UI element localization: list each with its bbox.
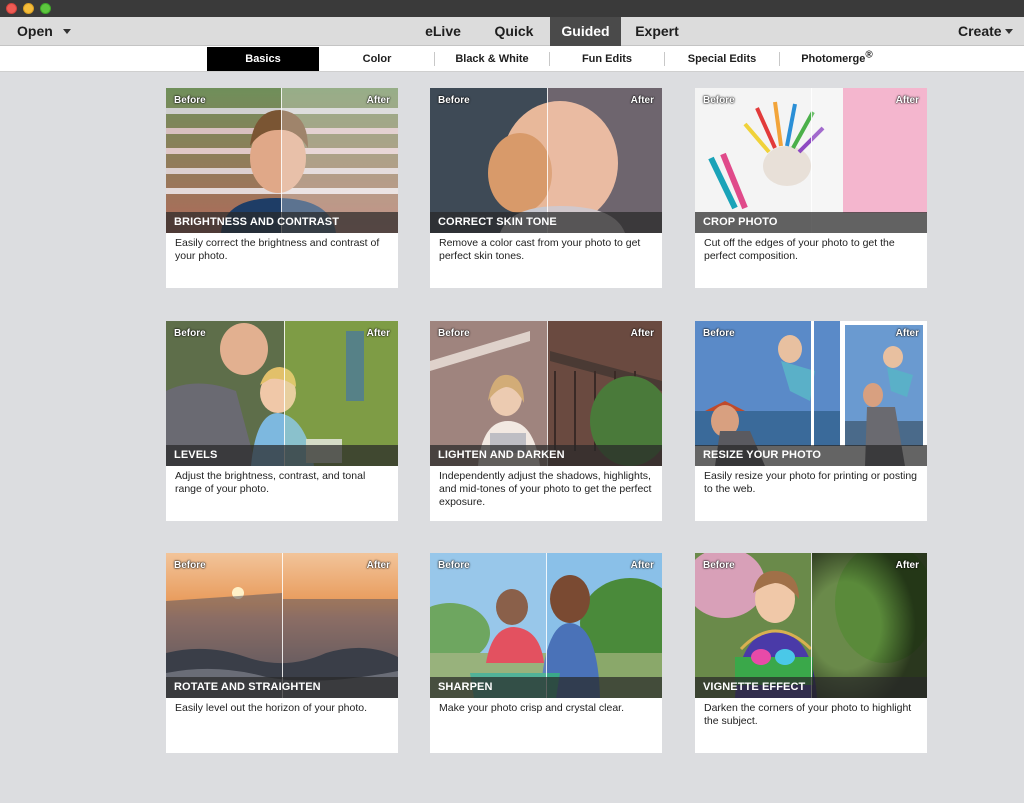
before-label: Before [438,328,470,339]
sunset-ocean-photo-icon: Before After ROTATE AND STRAIGHTEN [166,553,398,698]
before-label: Before [703,95,735,106]
card-description: Easily resize your photo for printing or… [704,470,918,495]
after-label: After [630,328,654,339]
mother-child-fountain-photo-icon: Before After SHARPEN [430,553,662,698]
after-label: After [630,560,654,571]
father-lifting-child-photo-icon: Before After RESIZE YOUR PHOTO [695,321,927,466]
colored-pencils-photo-icon: Before After CROP PHOTO [695,88,927,233]
subtab-divider [434,52,435,66]
subtab-basics[interactable]: Basics [207,47,319,71]
subtab-divider [779,52,780,66]
minimize-window-icon[interactable] [23,3,34,14]
guided-card-correct-skin-tone[interactable]: Before After CORRECT SKIN TONE Remove a … [430,88,662,288]
before-label: Before [703,328,735,339]
tab-guided[interactable]: Guided [550,17,621,46]
after-label: After [630,95,654,106]
subtab-fun-edits[interactable]: Fun Edits [551,47,663,71]
card-description: Easily correct the brightness and contra… [175,237,380,262]
before-label: Before [438,560,470,571]
guided-card-crop-photo[interactable]: Before After CROP PHOTO Cut off the edge… [695,88,927,288]
card-title: ROTATE AND STRAIGHTEN [166,677,398,698]
father-child-photo-icon: Before After LEVELS [166,321,398,466]
guided-card-levels[interactable]: Before After LEVELS Adjust the brightnes… [166,321,398,521]
tab-elive[interactable]: eLive [415,17,471,46]
close-window-icon[interactable] [6,3,17,14]
guided-card-resize-photo[interactable]: Before After RESIZE YOUR PHOTO Easily re… [695,321,927,521]
tab-expert[interactable]: Expert [627,17,687,46]
guided-card-sharpen[interactable]: Before After SHARPEN Make your photo cri… [430,553,662,753]
create-dropdown-caret-icon[interactable] [1005,29,1013,34]
card-title: CORRECT SKIN TONE [430,212,662,233]
subtab-photomerge[interactable]: Photomerge® [781,47,893,71]
after-label: After [366,560,390,571]
boy-portrait-photo-icon: Before After BRIGHTNESS AND CONTRAST [166,88,398,233]
before-label: Before [174,95,206,106]
card-title: SHARPEN [430,677,662,698]
card-description: Darken the corners of your photo to high… [704,702,912,727]
card-title: VIGNETTE EFFECT [695,677,927,698]
card-description: Cut off the edges of your photo to get t… [704,237,895,262]
tab-quick[interactable]: Quick [481,17,547,46]
before-label: Before [174,328,206,339]
card-description: Easily level out the horizon of your pho… [175,702,368,714]
after-label: After [366,95,390,106]
card-title: LIGHTEN AND DARKEN [430,445,662,466]
card-title: LEVELS [166,445,398,466]
zoom-window-icon[interactable] [40,3,51,14]
baby-portrait-photo-icon: Before After CORRECT SKIN TONE [430,88,662,233]
after-label: After [895,95,919,106]
subtab-special-edits[interactable]: Special Edits [666,47,778,71]
before-label: Before [174,560,206,571]
create-button[interactable]: Create [958,17,1002,46]
guided-card-rotate-straighten[interactable]: Before After ROTATE AND STRAIGHTEN Easil… [166,553,398,753]
card-description: Make your photo crisp and crystal clear. [439,702,625,714]
window-titlebar [0,0,1024,17]
before-label: Before [438,95,470,106]
guided-category-tabs: Basics Color Black & White Fun Edits Spe… [0,46,1024,72]
after-label: After [366,328,390,339]
subtab-black-white[interactable]: Black & White [436,47,548,71]
subtab-divider [549,52,550,66]
card-description: Remove a color cast from your photo to g… [439,237,641,262]
subtab-photomerge-label: Photomerge [801,53,866,65]
guided-card-lighten-darken[interactable]: Before After LIGHTEN AND DARKEN Independ… [430,321,662,521]
card-title: CROP PHOTO [695,212,927,233]
subtab-divider [664,52,665,66]
card-description: Independently adjust the shadows, highli… [439,470,652,508]
mode-toolbar: Open eLive Quick Guided Expert Create [0,17,1024,46]
card-title: BRIGHTNESS AND CONTRAST [166,212,398,233]
guided-card-brightness-contrast[interactable]: Before After BRIGHTNESS AND CONTRAST Eas… [166,88,398,288]
woman-stairs-photo-icon: Before After LIGHTEN AND DARKEN [430,321,662,466]
card-description: Adjust the brightness, contrast, and ton… [175,470,366,495]
subtab-color[interactable]: Color [321,47,433,71]
after-label: After [895,328,919,339]
open-dropdown-caret-icon[interactable] [63,29,71,34]
girl-easter-basket-photo-icon: Before After VIGNETTE EFFECT [695,553,927,698]
guided-card-vignette-effect[interactable]: Before After VIGNETTE EFFECT Darken the … [695,553,927,753]
open-button[interactable]: Open [17,17,53,46]
card-title: RESIZE YOUR PHOTO [695,445,927,466]
before-label: Before [703,560,735,571]
after-label: After [895,560,919,571]
registered-mark: ® [865,49,873,61]
